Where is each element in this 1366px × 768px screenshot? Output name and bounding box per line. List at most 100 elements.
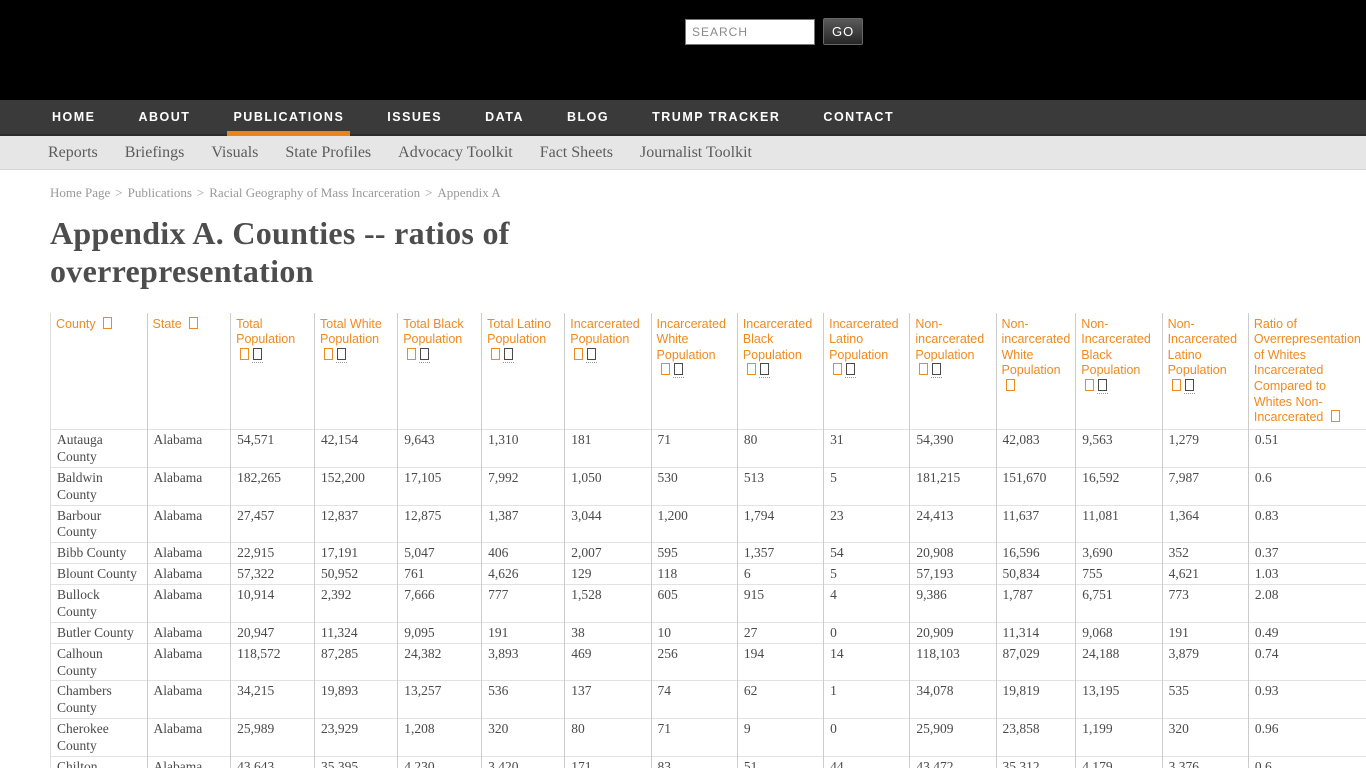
- value-cell: 51: [737, 756, 823, 768]
- sort-icon[interactable]: [574, 348, 583, 360]
- nav-item-issues[interactable]: ISSUES: [387, 100, 442, 134]
- sort-icon[interactable]: [504, 348, 513, 360]
- subnav-item-journalist-toolkit[interactable]: Journalist Toolkit: [640, 144, 752, 162]
- county-cell: Baldwin County: [51, 467, 148, 505]
- value-cell: 1,387: [482, 505, 565, 543]
- sort-icon[interactable]: [760, 363, 769, 375]
- sort-icon[interactable]: [674, 363, 683, 375]
- value-cell: 1,357: [737, 543, 823, 564]
- sort-icon[interactable]: [661, 363, 670, 375]
- state-cell: Alabama: [147, 643, 231, 681]
- value-cell: 1,050: [565, 467, 651, 505]
- value-cell: 9,386: [910, 585, 996, 623]
- value-cell: 605: [651, 585, 737, 623]
- breadcrumb-link[interactable]: Publications: [128, 185, 192, 200]
- value-cell: 137: [565, 681, 651, 719]
- column-header[interactable]: Non-Incarcerated Black Population: [1076, 313, 1162, 430]
- column-header[interactable]: Non-Incarcerated Latino Population: [1162, 313, 1248, 430]
- breadcrumb-link[interactable]: Racial Geography of Mass Incarceration: [209, 185, 420, 200]
- subnav-item-state-profiles[interactable]: State Profiles: [285, 144, 371, 162]
- column-header[interactable]: Total White Population: [315, 313, 398, 430]
- subnav-item-reports[interactable]: Reports: [48, 144, 98, 162]
- table-row: Bullock CountyAlabama10,9142,3927,666777…: [51, 585, 1366, 623]
- value-cell: 530: [651, 467, 737, 505]
- column-header[interactable]: Ratio of Overrepresentation of Whites In…: [1248, 313, 1366, 430]
- value-cell: 1,787: [996, 585, 1076, 623]
- value-cell: 20,909: [910, 622, 996, 643]
- search-go-button[interactable]: GO: [823, 18, 863, 45]
- sort-icon[interactable]: [833, 363, 842, 375]
- column-header-label: Total Latino Population: [487, 317, 551, 347]
- sort-icon[interactable]: [324, 348, 333, 360]
- subnav-item-visuals[interactable]: Visuals: [211, 144, 258, 162]
- sort-icon[interactable]: [846, 363, 855, 375]
- table-header-row: County State Total Population Total Whit…: [51, 313, 1366, 430]
- column-header[interactable]: Incarcerated Latino Population: [824, 313, 910, 430]
- sort-icon[interactable]: [253, 348, 262, 360]
- subnav-item-label: Fact Sheets: [540, 144, 613, 161]
- sort-icon[interactable]: [587, 348, 596, 360]
- sort-icon[interactable]: [932, 363, 941, 375]
- column-header[interactable]: County: [51, 313, 148, 430]
- subnav-item-fact-sheets[interactable]: Fact Sheets: [540, 144, 613, 162]
- sort-icon[interactable]: [407, 348, 416, 360]
- breadcrumb-link[interactable]: Appendix A: [437, 185, 500, 200]
- column-header-label: Incarcerated Population: [570, 317, 639, 347]
- sort-icon[interactable]: [103, 317, 112, 329]
- search-input[interactable]: [685, 19, 815, 45]
- sort-icon[interactable]: [1172, 379, 1181, 391]
- sort-icon[interactable]: [491, 348, 500, 360]
- subnav-item-advocacy-toolkit[interactable]: Advocacy Toolkit: [398, 144, 513, 162]
- value-cell: 34,215: [231, 681, 315, 719]
- sort-icon[interactable]: [420, 348, 429, 360]
- column-header[interactable]: Incarcerated White Population: [651, 313, 737, 430]
- county-cell: Butler County: [51, 622, 148, 643]
- value-cell: 536: [482, 681, 565, 719]
- sort-icon[interactable]: [919, 363, 928, 375]
- state-cell: Alabama: [147, 622, 231, 643]
- column-header[interactable]: State: [147, 313, 231, 430]
- nav-item-trump-tracker[interactable]: TRUMP TRACKER: [652, 100, 780, 134]
- value-cell: 191: [1162, 622, 1248, 643]
- column-header[interactable]: Total Black Population: [398, 313, 482, 430]
- nav-item-home[interactable]: HOME: [52, 100, 96, 134]
- sort-icon[interactable]: [337, 348, 346, 360]
- value-cell: 1,364: [1162, 505, 1248, 543]
- column-header[interactable]: Total Population: [231, 313, 315, 430]
- value-cell: 16,596: [996, 543, 1076, 564]
- sort-icon[interactable]: [1006, 379, 1015, 391]
- value-cell: 7,666: [398, 585, 482, 623]
- sort-icon[interactable]: [1085, 379, 1094, 391]
- column-header-label: State: [153, 317, 186, 331]
- state-cell: Alabama: [147, 505, 231, 543]
- sort-icon[interactable]: [1098, 379, 1107, 391]
- value-cell: 0.49: [1248, 622, 1366, 643]
- column-header[interactable]: Incarcerated Population: [565, 313, 651, 430]
- nav-item-publications[interactable]: PUBLICATIONS: [233, 100, 344, 134]
- sort-icon[interactable]: [1331, 410, 1340, 422]
- county-cell: Barbour County: [51, 505, 148, 543]
- column-header[interactable]: Incarcerated Black Population: [737, 313, 823, 430]
- sort-icon[interactable]: [1185, 379, 1194, 391]
- value-cell: 4,626: [482, 564, 565, 585]
- sort-icon[interactable]: [240, 348, 249, 360]
- column-header[interactable]: Non-incarcerated White Population: [996, 313, 1076, 430]
- value-cell: 24,382: [398, 643, 482, 681]
- nav-item-data[interactable]: DATA: [485, 100, 524, 134]
- value-cell: 1,200: [651, 505, 737, 543]
- sort-icon[interactable]: [189, 317, 198, 329]
- value-cell: 20,947: [231, 622, 315, 643]
- column-header[interactable]: Total Latino Population: [482, 313, 565, 430]
- column-header[interactable]: Non-incarcerated Population: [910, 313, 996, 430]
- breadcrumb-link[interactable]: Home Page: [50, 185, 110, 200]
- value-cell: 151,670: [996, 467, 1076, 505]
- subnav-item-briefings[interactable]: Briefings: [125, 144, 185, 162]
- value-cell: 71: [651, 430, 737, 468]
- sort-icon[interactable]: [747, 363, 756, 375]
- nav-item-contact[interactable]: CONTACT: [823, 100, 894, 134]
- nav-item-blog[interactable]: BLOG: [567, 100, 609, 134]
- value-cell: 22,915: [231, 543, 315, 564]
- value-cell: 4: [824, 585, 910, 623]
- value-cell: 17,105: [398, 467, 482, 505]
- nav-item-about[interactable]: ABOUT: [139, 100, 191, 134]
